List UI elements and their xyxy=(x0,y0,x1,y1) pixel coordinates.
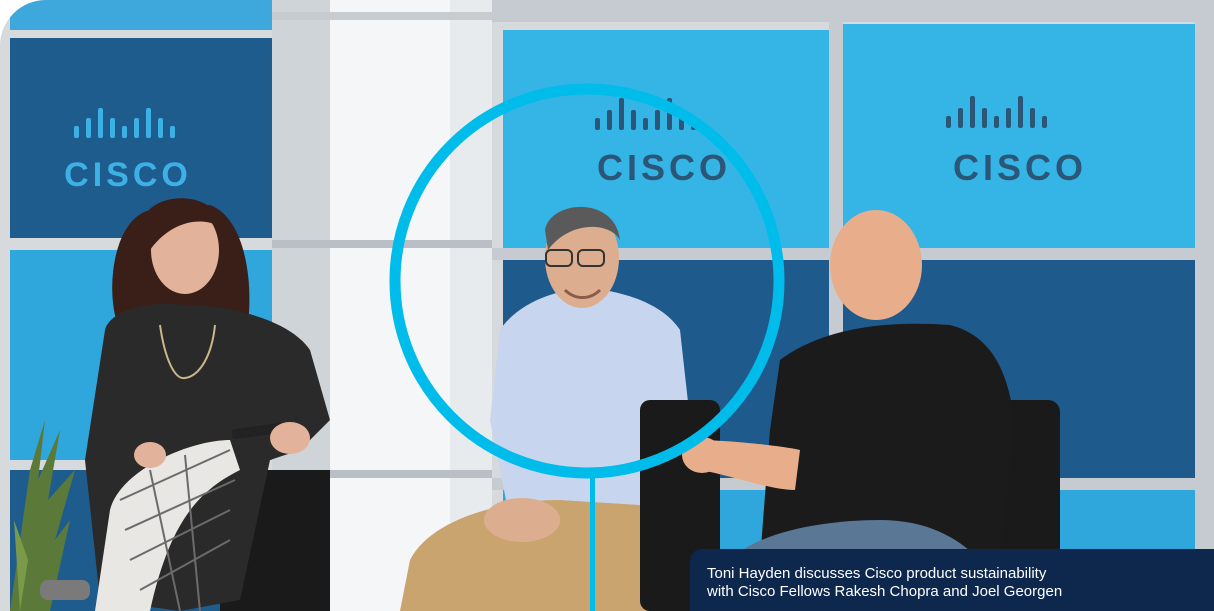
caption-box: Toni Hayden discusses Cisco product sust… xyxy=(690,549,1214,611)
caption-line-1: Toni Hayden discusses Cisco product sust… xyxy=(707,565,1047,582)
cisco-logo-left-text: CISCO xyxy=(64,156,192,194)
cisco-logo-center-text: CISCO xyxy=(597,147,731,188)
cisco-logo-right-text: CISCO xyxy=(953,147,1087,188)
caption-text: Toni Hayden discusses Cisco product sust… xyxy=(707,565,1207,601)
photo-frame: CISCO CISCO CISCO Toni Hayden discusses … xyxy=(0,0,1214,611)
caption-line-2: with Cisco Fellows Rakesh Chopra and Joe… xyxy=(707,583,1063,600)
stage-photo: CISCO CISCO CISCO xyxy=(0,0,1214,611)
